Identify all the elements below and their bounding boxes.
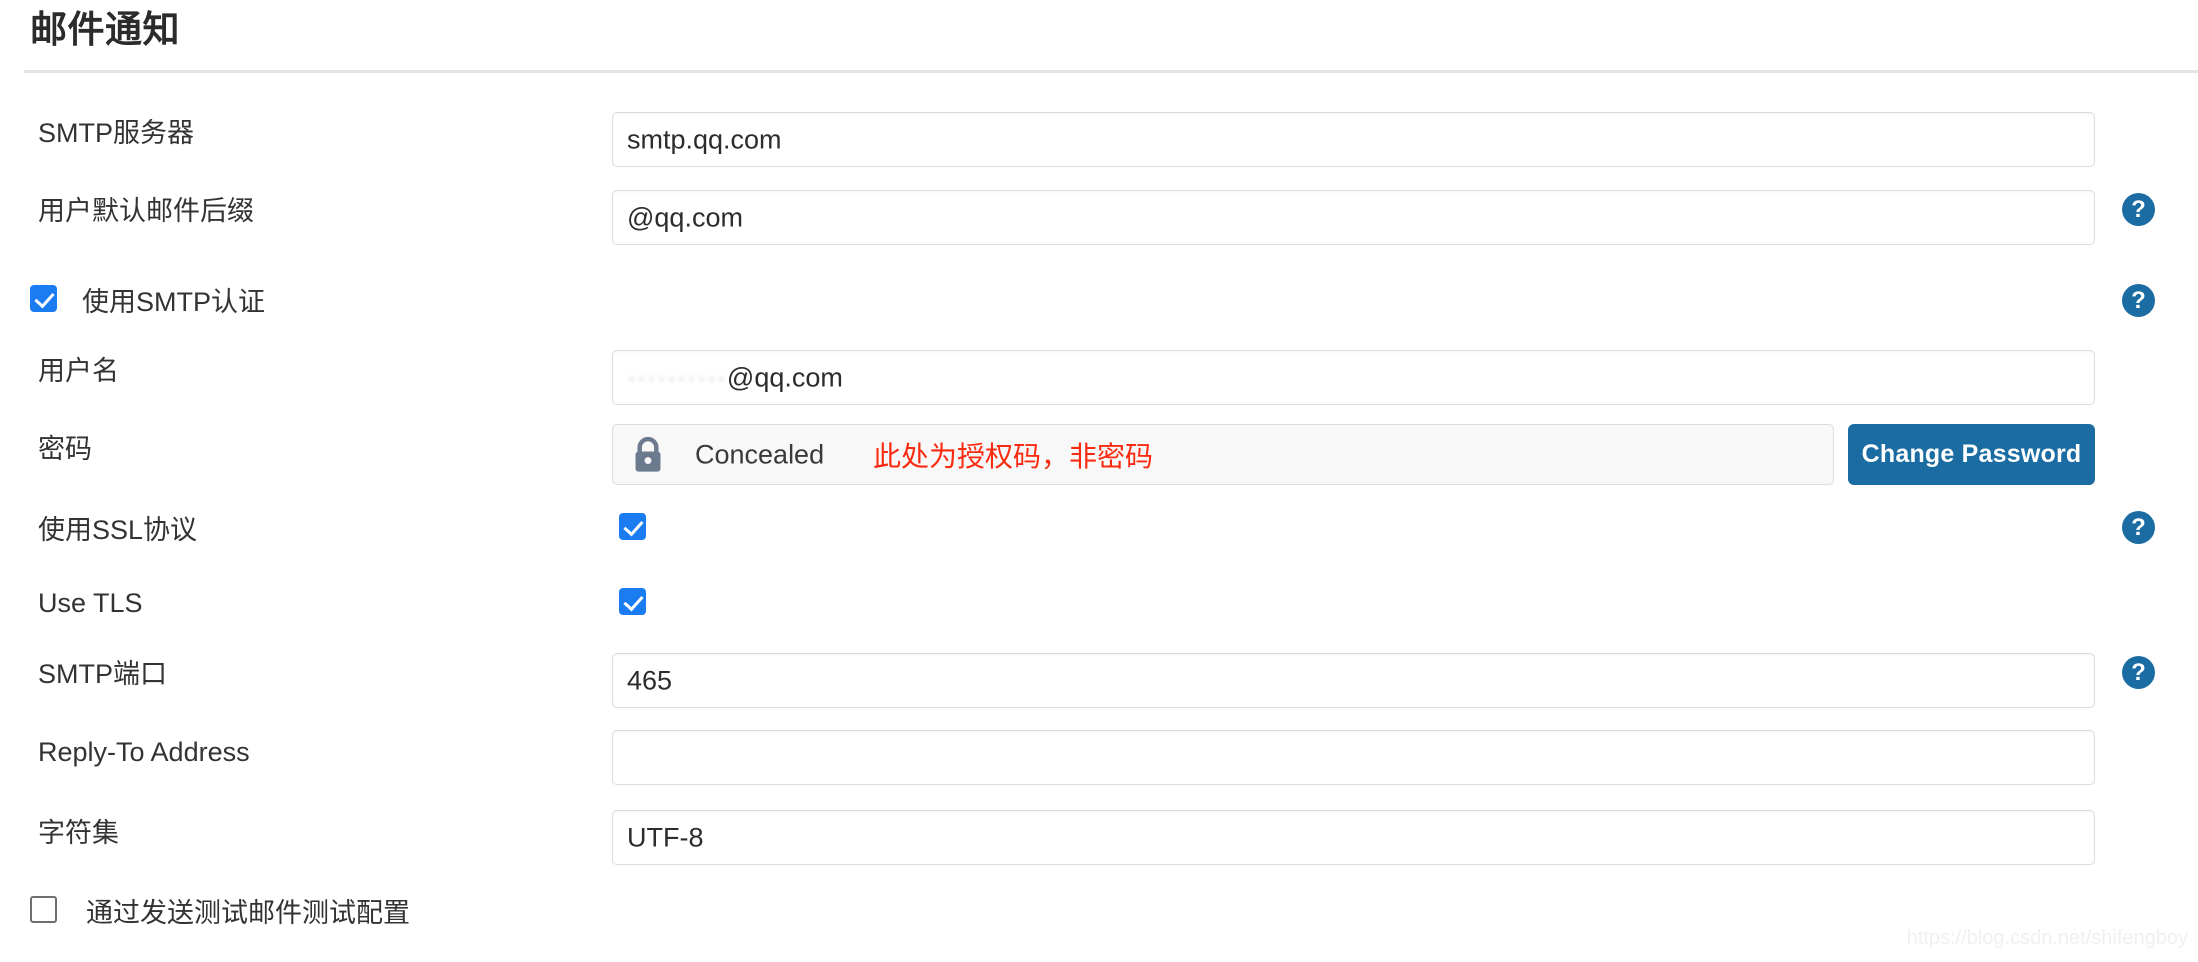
label-charset: 字符集 <box>38 818 119 848</box>
username-input[interactable]: ··········@qq.com <box>612 350 2095 405</box>
concealed-label: Concealed <box>695 439 825 469</box>
label-smtp-server: SMTP服务器 <box>38 118 195 148</box>
email-notification-settings-page: 邮件通知 SMTP服务器 smtp.qq.com 用户默认邮件后缀 @qq.co… <box>0 0 2198 962</box>
title-divider <box>24 70 2198 73</box>
charset-value: UTF-8 <box>627 822 704 852</box>
username-value: ··········@qq.com <box>627 362 843 393</box>
reply-to-input[interactable] <box>612 730 2095 785</box>
label-use-tls: Use TLS <box>38 588 143 618</box>
label-password: 密码 <box>38 434 92 464</box>
label-username: 用户名 <box>38 356 119 386</box>
label-mail-suffix: 用户默认邮件后缀 <box>38 196 254 226</box>
username-suffix-part: @qq.com <box>726 362 843 392</box>
checkbox-use-smtp-auth[interactable] <box>30 285 57 312</box>
label-smtp-port: SMTP端口 <box>38 659 168 689</box>
label-reply-to: Reply-To Address <box>38 737 250 767</box>
smtp-port-value: 465 <box>627 665 673 695</box>
username-masked-part: ·········· <box>627 362 727 392</box>
smtp-server-input[interactable]: smtp.qq.com <box>612 112 2095 167</box>
smtp-port-input[interactable]: 465 <box>612 653 2095 708</box>
label-use-ssl: 使用SSL协议 <box>38 515 198 545</box>
mail-suffix-value: @qq.com <box>627 202 743 232</box>
help-icon-use-smtp-auth[interactable]: ? <box>2122 284 2155 317</box>
checkbox-test-mail[interactable] <box>30 896 57 923</box>
checkbox-use-ssl[interactable] <box>619 513 646 540</box>
help-icon-mail-suffix[interactable]: ? <box>2122 193 2155 226</box>
change-password-button[interactable]: Change Password <box>1848 424 2095 485</box>
checkbox-use-tls[interactable] <box>619 588 646 615</box>
password-concealed-field[interactable]: Concealed 此处为授权码，非密码 <box>612 424 1834 485</box>
charset-input[interactable]: UTF-8 <box>612 810 2095 865</box>
help-icon-use-ssl[interactable]: ? <box>2122 511 2155 544</box>
mail-suffix-input[interactable]: @qq.com <box>612 190 2095 245</box>
lock-icon <box>635 436 661 472</box>
smtp-server-value: smtp.qq.com <box>627 124 782 154</box>
label-test-mail: 通过发送测试邮件测试配置 <box>86 898 410 928</box>
help-icon-smtp-port[interactable]: ? <box>2122 656 2155 689</box>
password-annotation-note: 此处为授权码，非密码 <box>873 440 1154 472</box>
page-title: 邮件通知 <box>30 9 180 50</box>
watermark: https://blog.csdn.net/shifengboy <box>1906 927 2188 949</box>
label-use-smtp-auth: 使用SMTP认证 <box>82 287 266 317</box>
